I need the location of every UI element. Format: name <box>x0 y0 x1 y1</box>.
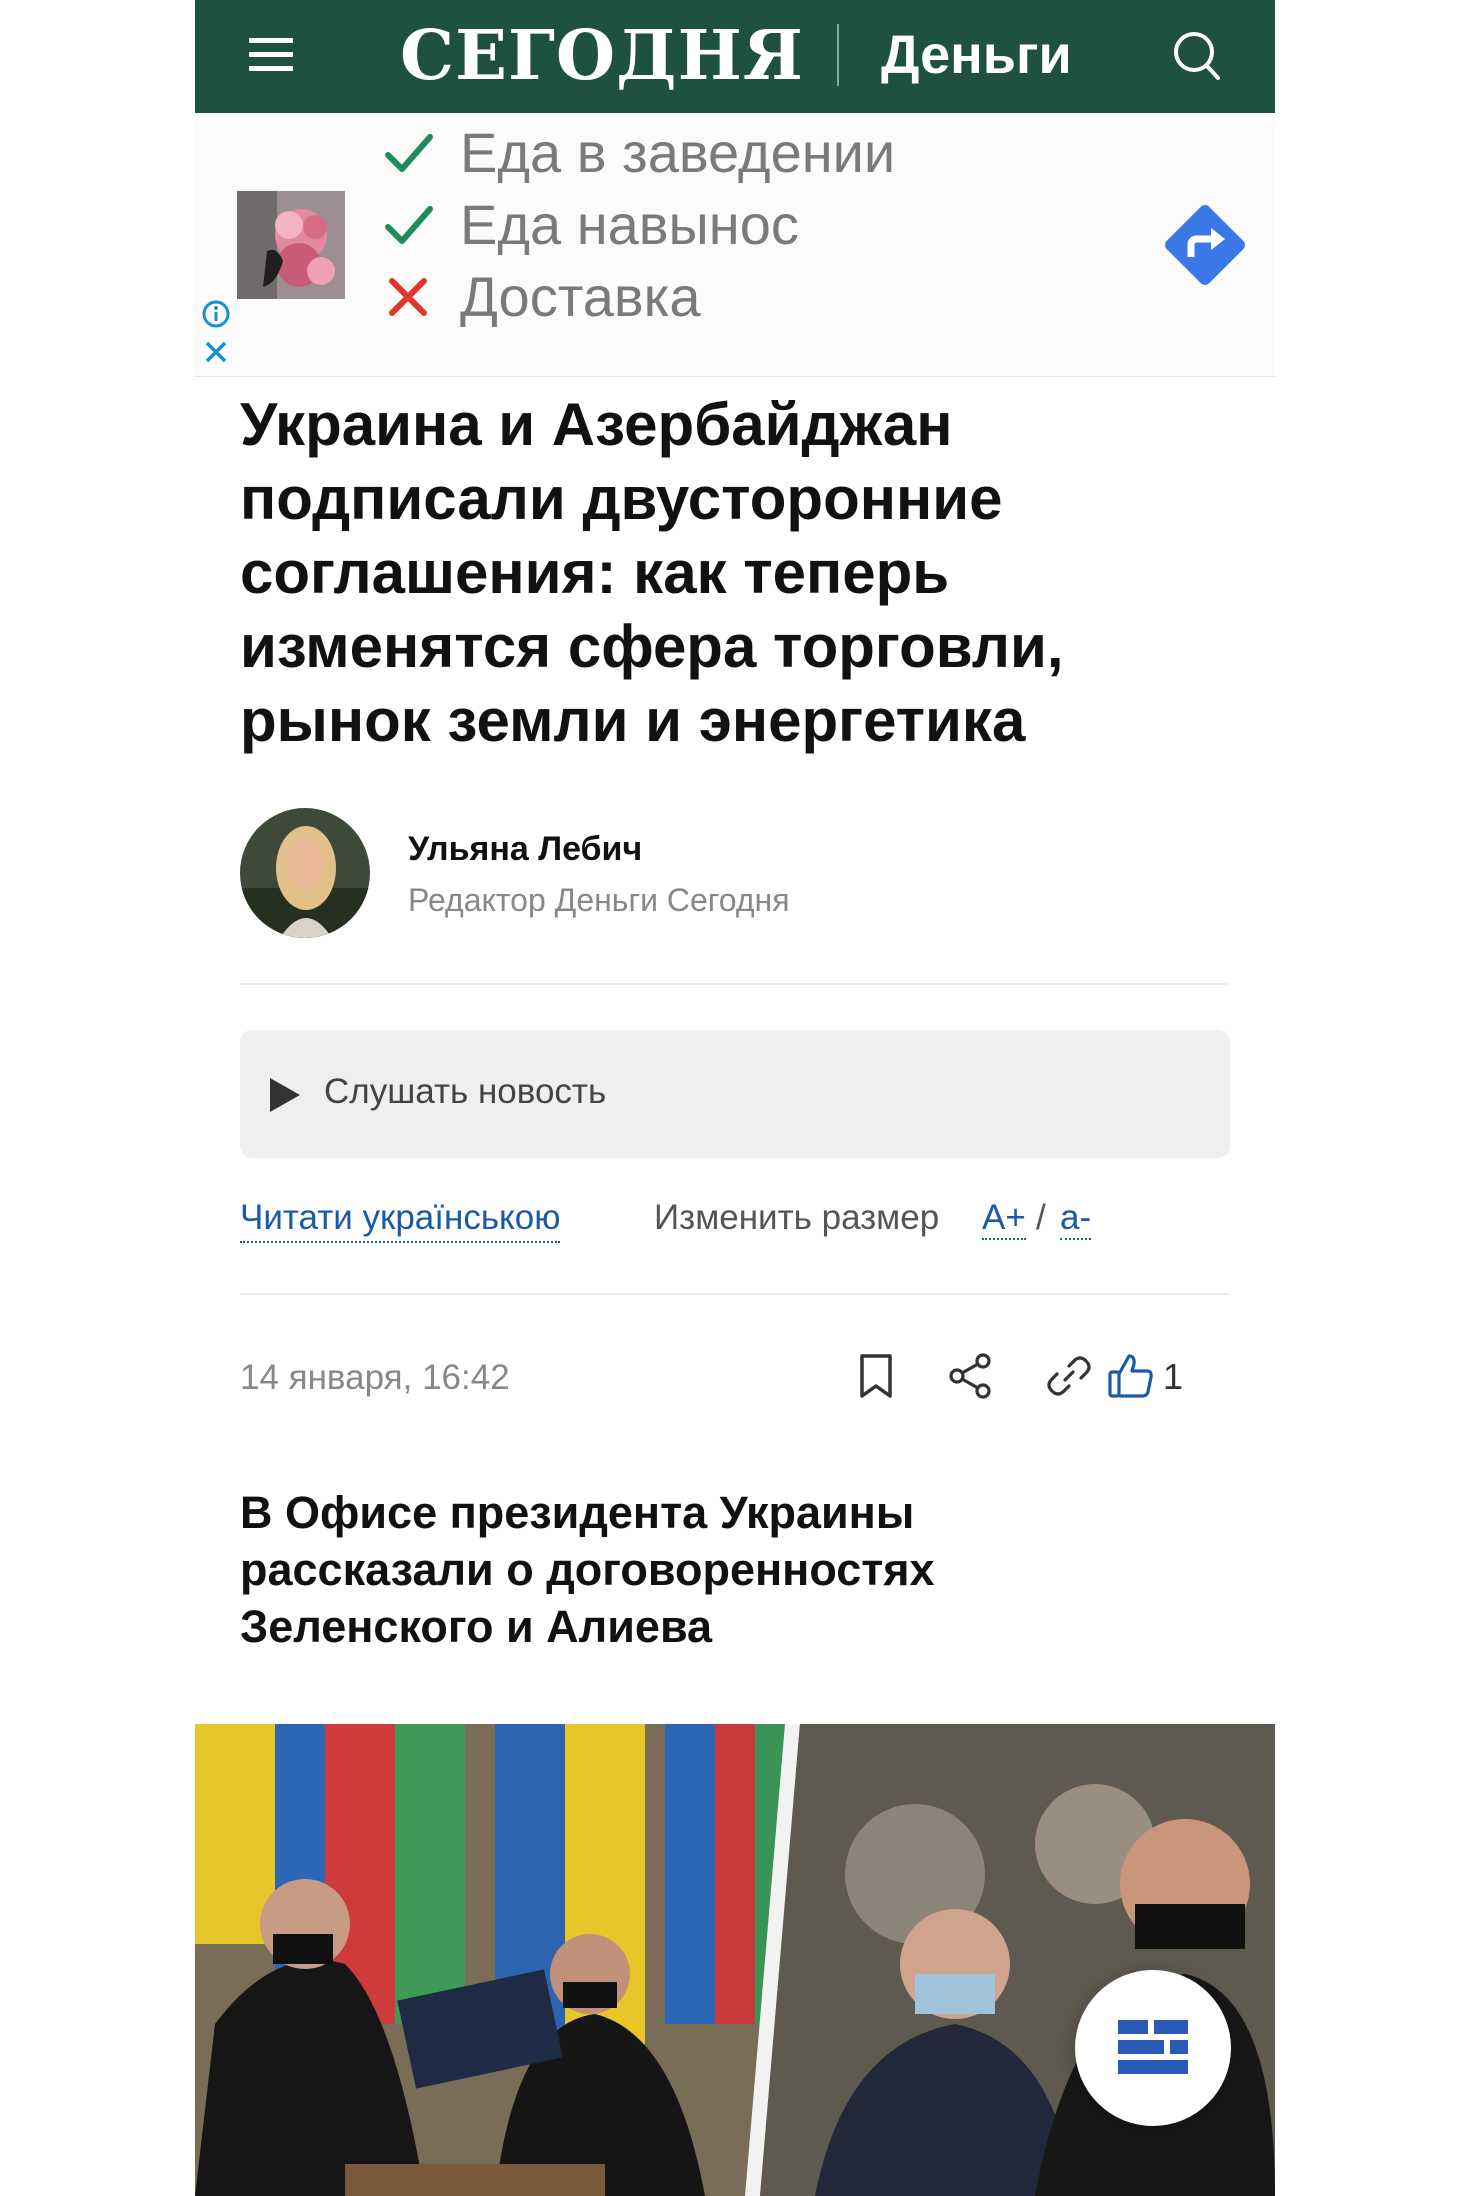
ad-item-label: Еда в заведении <box>460 121 896 184</box>
ad-item: Еда навынос <box>378 195 799 255</box>
divider <box>240 983 1230 985</box>
author-name[interactable]: Ульяна Лебич <box>408 830 642 869</box>
article-photo <box>195 1724 1275 2196</box>
ad-banner[interactable]: Еда в заведении Еда навынос Доставка <box>195 113 1275 377</box>
directions-icon[interactable] <box>1155 195 1255 295</box>
listen-button[interactable]: Слушать новость <box>240 1030 1230 1158</box>
likes-count: 1 <box>1163 1356 1184 1397</box>
ad-item: Доставка <box>378 267 701 327</box>
ad-item-label: Еда навынос <box>460 193 799 256</box>
header-divider <box>837 24 839 86</box>
check-icon <box>385 206 433 244</box>
ad-item: Еда в заведении <box>378 123 895 183</box>
font-decrease-link[interactable]: a- <box>1060 1198 1092 1240</box>
ad-image[interactable] <box>237 191 345 299</box>
cross-icon <box>389 278 427 316</box>
article-options: Читати українською Изменить размер A+ / … <box>240 1198 1230 1248</box>
bookmark-icon[interactable] <box>850 1350 902 1402</box>
article-meta: 14 января, 16:42 1 <box>240 1350 1230 1410</box>
info-icon[interactable] <box>201 299 231 329</box>
ad-item-label: Доставка <box>460 265 701 328</box>
author-role: Редактор Деньги Сегодня <box>408 882 790 918</box>
avatar[interactable] <box>240 808 370 938</box>
site-logo[interactable]: СЕГОДНЯ <box>400 14 804 98</box>
check-icon <box>385 134 433 172</box>
menu-icon[interactable] <box>249 38 293 72</box>
link-icon[interactable] <box>1043 1350 1095 1402</box>
publish-date: 14 января, 16:42 <box>240 1358 510 1397</box>
author-block[interactable]: Ульяна Лебич Редактор Деньги Сегодня <box>240 808 1230 938</box>
listen-label: Слушать новость <box>324 1072 607 1111</box>
article-title: Украина и Азербайджан подписали двусторо… <box>240 391 1064 754</box>
news-feed-icon <box>1118 2020 1188 2074</box>
article-subtitle: В Офисе президента Украины рассказали о … <box>240 1487 935 1652</box>
share-icon[interactable] <box>945 1350 997 1402</box>
page-column: СЕГОДНЯ Деньги Еда в заведении Еда навын… <box>195 0 1275 2196</box>
site-header: СЕГОДНЯ Деньги <box>195 0 1275 113</box>
news-feed-button[interactable] <box>1075 1970 1231 2126</box>
section-title[interactable]: Деньги <box>881 22 1072 88</box>
font-increase-link[interactable]: A+ <box>982 1198 1026 1240</box>
close-icon[interactable] <box>203 339 229 365</box>
read-ukrainian-link[interactable]: Читати українською <box>240 1198 561 1243</box>
play-icon <box>270 1078 300 1112</box>
like-icon[interactable] <box>1105 1350 1157 1402</box>
divider <box>240 1293 1230 1295</box>
resize-label: Изменить размер <box>654 1198 940 1237</box>
font-size-separator: / <box>1036 1198 1046 1237</box>
search-icon[interactable] <box>1172 28 1222 84</box>
